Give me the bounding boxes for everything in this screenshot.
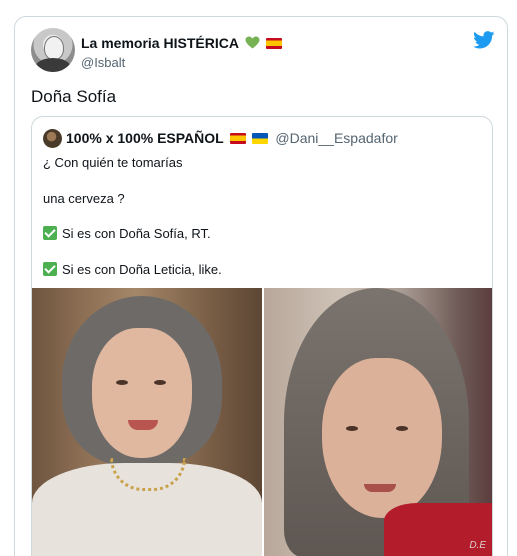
photo-left-face — [92, 328, 192, 458]
photo-right[interactable]: D.E — [264, 288, 492, 556]
photo-right-face — [322, 358, 442, 518]
green-heart-icon — [245, 36, 260, 49]
photo-left-eye — [154, 380, 166, 385]
tweet-text: Doña Sofía — [31, 87, 117, 106]
quoted-author-handle: @Dani__Espadafor — [275, 130, 398, 146]
twitter-bird-icon[interactable] — [473, 31, 495, 49]
spain-flag-icon — [229, 133, 246, 144]
quoted-text-line: ¿ Con quién te tomarías — [43, 155, 183, 170]
photo-watermark: D.E — [469, 540, 486, 551]
photo-right-mouth — [364, 484, 396, 492]
quoted-text-line: una cerveza ? — [43, 191, 125, 206]
quoted-tweet[interactable]: 100% x 100% ESPAÑOL @Dani__Espadafor ¿ C… — [31, 116, 493, 556]
quoted-option-like-text: Si es con Doña Leticia, like. — [62, 262, 222, 277]
author-name-row[interactable]: La memoria HISTÉRICA — [81, 35, 283, 51]
photo-right-eye — [396, 426, 408, 431]
spain-flag-icon — [266, 38, 283, 49]
tweet-card[interactable]: La memoria HISTÉRICA @Isbalt Doña Sofía … — [14, 16, 508, 556]
avatar-shoulders — [35, 58, 71, 72]
quoted-option-rt-text: Si es con Doña Sofía, RT. — [62, 226, 211, 241]
quoted-author-row: 100% x 100% ESPAÑOL @Dani__Espadafor — [66, 130, 398, 146]
author-name[interactable]: La memoria HISTÉRICA — [81, 35, 238, 51]
avatar-face — [44, 36, 64, 60]
check-mark-icon — [43, 262, 57, 276]
photo-left[interactable] — [32, 288, 262, 556]
quoted-author-name: 100% x 100% ESPAÑOL — [66, 130, 224, 146]
photo-right-eye — [346, 426, 358, 431]
author-handle[interactable]: @Isbalt — [81, 55, 125, 70]
photo-left-eye — [116, 380, 128, 385]
quoted-author-avatar[interactable] — [43, 129, 62, 148]
author-avatar[interactable] — [31, 28, 75, 72]
check-mark-icon — [43, 226, 57, 240]
quoted-option-like: Si es con Doña Leticia, like. — [43, 262, 222, 277]
ukraine-flag-icon — [251, 133, 268, 144]
quoted-option-rt: Si es con Doña Sofía, RT. — [43, 226, 211, 241]
